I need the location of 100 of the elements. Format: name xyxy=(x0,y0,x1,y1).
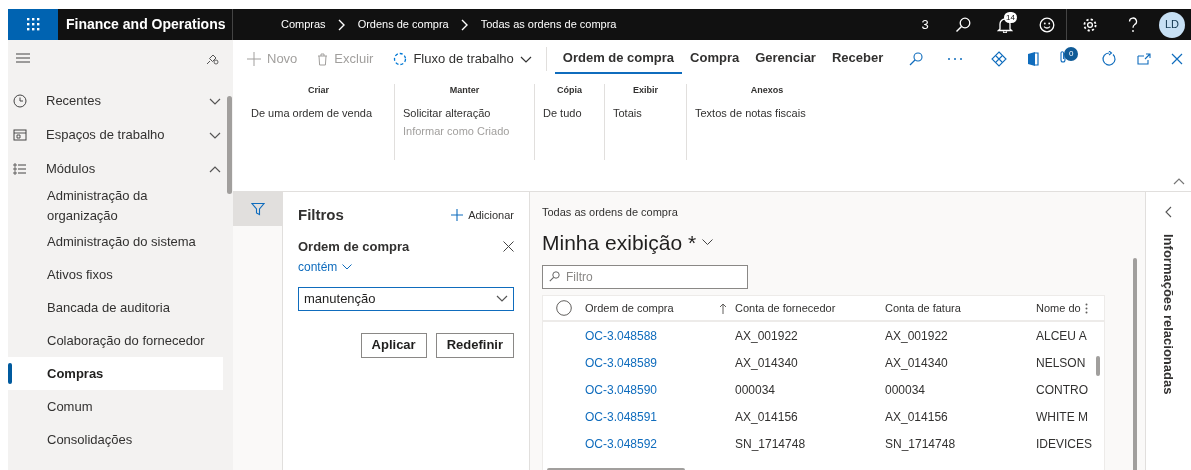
module-item[interactable]: Comum xyxy=(8,390,223,423)
notification-badge: 14 xyxy=(1004,12,1017,23)
office-icon[interactable] xyxy=(1027,51,1039,67)
filter-value-field[interactable]: manutenção xyxy=(298,286,514,311)
nav-item[interactable]: Recentes xyxy=(8,84,233,118)
table-cell-text: AX_014340 xyxy=(735,354,799,372)
clock-icon xyxy=(13,94,27,108)
filter-field-label: Ordem de compra xyxy=(298,237,410,256)
scrollbar-thumb[interactable] xyxy=(227,96,232,194)
table-cell-text: AX_014340 xyxy=(885,354,949,372)
app-title: Finance and Operations xyxy=(66,15,226,34)
module-item[interactable]: Consolidações xyxy=(8,423,223,456)
search-icon xyxy=(549,271,560,282)
module-item[interactable]: Colaboração do fornecedor xyxy=(8,324,223,357)
group-title: Criar xyxy=(307,84,330,97)
filter-button[interactable]: Aplicar xyxy=(360,332,427,358)
column-header[interactable]: Conta de fornecedor xyxy=(735,299,836,317)
table-cell-text: AX_014156 xyxy=(885,408,949,426)
column-header[interactable]: Nome do xyxy=(1036,299,1081,317)
table-cell-text: SN_1714748 xyxy=(885,435,957,453)
paperclip-icon[interactable] xyxy=(1059,50,1067,64)
module-item[interactable]: Administração da organização xyxy=(8,186,223,225)
scrollbar-thumb[interactable] xyxy=(1096,356,1100,376)
order-link[interactable]: OC-3.048591 xyxy=(585,407,735,426)
order-link[interactable]: OC-3.048588 xyxy=(585,326,735,345)
notification-bell-icon[interactable] xyxy=(997,16,1013,33)
workspace-icon xyxy=(13,128,27,142)
ribbon-tab[interactable]: Ordem de compra xyxy=(554,44,683,74)
settings-icon[interactable] xyxy=(1082,16,1098,33)
plus-icon xyxy=(451,209,464,222)
ribbon-tab[interactable]: Receber xyxy=(823,44,892,74)
breadcrumb-link[interactable]: Ordens de compra xyxy=(357,16,449,33)
list-icon xyxy=(13,162,27,176)
app-launcher-button[interactable] xyxy=(8,9,58,40)
company-label[interactable]: 3 xyxy=(906,14,944,35)
table-cell-text: AX_014156 xyxy=(735,408,799,426)
table-cell-text: 000034 xyxy=(885,381,927,399)
breadcrumb-chevron-icon xyxy=(460,18,469,31)
ribbon-command[interactable]: De uma ordem de venda xyxy=(251,103,386,122)
breadcrumb-chevron-icon xyxy=(337,18,346,31)
close-icon[interactable] xyxy=(1171,53,1183,65)
ribbon-command[interactable]: Textos de notas fiscais xyxy=(695,103,839,122)
user-avatar[interactable]: LD xyxy=(1159,11,1185,38)
refresh-icon[interactable] xyxy=(1101,51,1117,67)
table-cell-text: IDEVICES xyxy=(1036,435,1093,453)
workflow-icon xyxy=(393,52,408,66)
breadcrumb-link[interactable]: Compras xyxy=(281,16,326,33)
table-cell-text: WHITE M xyxy=(1036,408,1089,426)
chevron-left-icon[interactable] xyxy=(1165,206,1172,218)
ribbon-tab[interactable]: Compra xyxy=(682,44,748,74)
diamond-icon[interactable] xyxy=(991,51,1007,67)
module-item[interactable]: Administração do sistema xyxy=(8,225,223,258)
table-cell-text: AX_001922 xyxy=(735,327,799,345)
filter-pane-toggle[interactable] xyxy=(233,192,282,226)
ribbon-tab[interactable]: Gerenciar xyxy=(747,44,824,74)
nav-item[interactable]: Espaços de trabalho xyxy=(8,118,233,152)
attachment-count-badge: 0 xyxy=(1064,47,1079,61)
operator-dropdown[interactable]: contém xyxy=(298,258,353,276)
close-icon[interactable] xyxy=(503,240,514,252)
toolbar-button[interactable]: Fluxo de trabalho xyxy=(387,44,538,74)
more-icon[interactable] xyxy=(947,57,964,61)
ribbon-command[interactable]: De tudo xyxy=(543,103,596,122)
column-options-icon[interactable] xyxy=(1085,302,1088,314)
nav-item[interactable]: Módulos xyxy=(8,152,233,186)
sort-ascending-icon[interactable] xyxy=(719,302,727,314)
breadcrumb-link[interactable]: Todas as ordens de compra xyxy=(480,16,617,33)
chevron-down-icon[interactable] xyxy=(496,295,508,302)
select-all-checkbox[interactable] xyxy=(556,300,572,316)
table-cell-text: CONTRO xyxy=(1036,381,1089,399)
module-item[interactable]: Bancada de auditoria xyxy=(8,291,223,324)
related-information-tab[interactable]: Informações relacionadas xyxy=(1158,234,1179,395)
plus-icon xyxy=(247,52,261,66)
order-link[interactable]: OC-3.048590 xyxy=(585,380,735,399)
ribbon-command[interactable]: Solicitar alteração xyxy=(403,103,526,122)
ribbon-command[interactable]: Totais xyxy=(613,103,678,122)
chevron-down-icon xyxy=(519,55,532,63)
collapse-chevron-icon[interactable] xyxy=(1173,178,1185,185)
filter-search-field[interactable]: Filtro xyxy=(542,265,748,289)
app-launcher-icon xyxy=(26,18,40,31)
module-item[interactable]: Compras xyxy=(8,357,223,390)
order-link[interactable]: OC-3.048589 xyxy=(585,353,735,372)
column-header[interactable]: Ordem de compra xyxy=(585,299,674,317)
open-in-new-window-icon[interactable] xyxy=(1137,53,1151,65)
table-cell-text: NELSON xyxy=(1036,354,1087,372)
table-cell-text: 000034 xyxy=(735,381,777,399)
smiley-icon[interactable] xyxy=(1039,16,1055,33)
group-title: Exibir xyxy=(632,84,659,97)
filter-button[interactable]: Redefinir xyxy=(435,332,514,358)
table-cell-text: SN_1714748 xyxy=(735,435,807,453)
search-icon[interactable] xyxy=(955,16,971,33)
help-icon[interactable] xyxy=(1128,16,1138,33)
order-link[interactable]: OC-3.048592 xyxy=(585,434,735,453)
column-header[interactable]: Conta de fatura xyxy=(885,299,961,317)
module-item[interactable]: Ativos fixos xyxy=(8,258,223,291)
scrollbar-thumb[interactable] xyxy=(1133,258,1137,470)
filter-icon xyxy=(250,202,265,216)
group-title: Manter xyxy=(448,84,481,97)
view-selector[interactable]: Minha exibição * xyxy=(542,226,714,258)
page-caption: Todas as ordens de compra xyxy=(542,205,679,220)
add-filter-button[interactable]: Adicionar xyxy=(451,207,514,224)
